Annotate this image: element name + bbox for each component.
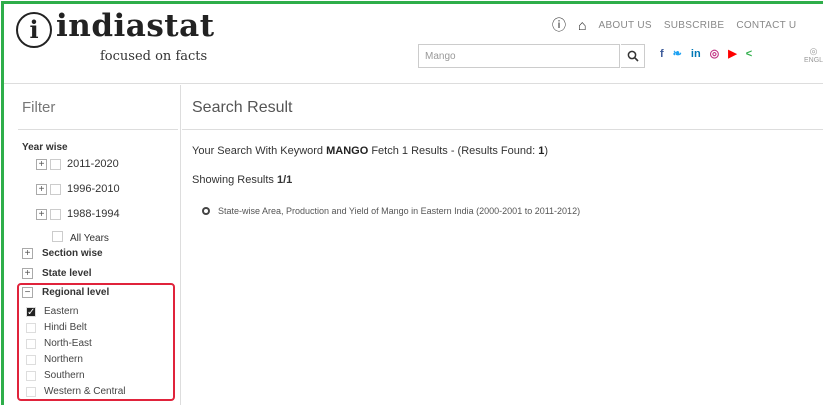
checkbox[interactable] xyxy=(50,208,61,220)
main-content: Search Result Your Search With Keyword M… xyxy=(182,85,823,405)
expand-icon[interactable]: + xyxy=(22,268,33,279)
share-icon[interactable]: < xyxy=(746,49,752,60)
regional-option[interactable]: Northern xyxy=(26,354,83,365)
checkbox[interactable] xyxy=(50,158,61,170)
regional-option[interactable]: ✓ Eastern xyxy=(26,306,78,317)
top-nav: ⓘ ⌂ ABOUT US SUBSCRIBE CONTACT U xyxy=(552,16,796,34)
language-label: ENGL xyxy=(804,57,823,64)
header: i indiastat focused on facts ⓘ ⌂ ABOUT U… xyxy=(4,4,823,84)
checkbox[interactable] xyxy=(26,370,36,381)
social-links: f ❧ in ◎ ▶ < xyxy=(660,49,752,60)
checkbox[interactable] xyxy=(26,338,36,349)
showing-prefix: Showing Results xyxy=(192,174,277,186)
filter-sidebar: Filter Year wise + 2011-2020 + 1996-2010… xyxy=(4,85,181,405)
about-us-link[interactable]: ABOUT US xyxy=(598,20,651,31)
all-years-label: All Years xyxy=(70,233,109,244)
section-wise-label: Section wise xyxy=(42,248,103,259)
summary-prefix: Your Search With Keyword xyxy=(192,145,327,157)
filter-title: Filter xyxy=(22,99,56,116)
search-summary: Your Search With Keyword MANGO Fetch 1 R… xyxy=(192,145,548,157)
showing-value: 1/1 xyxy=(277,174,293,186)
tagline: focused on facts xyxy=(100,49,208,64)
search-input[interactable] xyxy=(418,44,620,68)
regional-option[interactable]: Western & Central xyxy=(26,386,126,397)
logo-mark: i xyxy=(16,12,52,48)
page-frame: i indiastat focused on facts ⓘ ⌂ ABOUT U… xyxy=(1,1,823,405)
result-link[interactable]: State-wise Area, Production and Yield of… xyxy=(218,206,580,216)
youtube-icon[interactable]: ▶ xyxy=(728,49,736,60)
home-icon[interactable]: ⌂ xyxy=(578,18,586,32)
expand-icon[interactable]: + xyxy=(36,183,47,195)
result-item[interactable]: State-wise Area, Production and Yield of… xyxy=(202,206,580,216)
contact-us-link[interactable]: CONTACT U xyxy=(736,20,796,31)
regional-option-label: Northern xyxy=(44,354,83,365)
regional-option-label: Eastern xyxy=(44,306,79,317)
regional-option[interactable]: North-East xyxy=(26,338,92,349)
checkbox-checked[interactable]: ✓ xyxy=(26,306,36,317)
expand-icon[interactable]: + xyxy=(22,248,33,259)
regional-option-label: Southern xyxy=(44,370,85,381)
section-wise-item[interactable]: + Section wise xyxy=(22,248,103,259)
regional-level-title: Regional level xyxy=(42,287,110,298)
subscribe-link[interactable]: SUBSCRIBE xyxy=(664,20,725,31)
linkedin-icon[interactable]: in xyxy=(691,49,701,60)
all-years-item[interactable] xyxy=(52,231,69,242)
summary-middle: Fetch 1 Results - (Results Found: xyxy=(368,145,539,157)
year-item[interactable]: + 1996-2010 xyxy=(36,183,120,195)
regional-option-label: Western & Central xyxy=(44,386,126,397)
expand-icon[interactable]: + xyxy=(36,208,47,220)
checkbox[interactable] xyxy=(26,354,36,365)
checkbox[interactable] xyxy=(26,322,36,333)
regional-level-header[interactable]: − Regional level xyxy=(22,287,109,298)
year-label: 1988-1994 xyxy=(67,208,120,220)
regional-option-label: Hindi Belt xyxy=(44,322,87,333)
search-button[interactable] xyxy=(621,44,645,68)
search-icon xyxy=(627,50,639,62)
regional-option-label: North-East xyxy=(44,338,92,349)
checkbox[interactable] xyxy=(50,183,61,195)
showing-results: Showing Results 1/1 xyxy=(192,174,292,186)
summary-keyword: MANGO xyxy=(326,145,369,157)
regional-option[interactable]: Southern xyxy=(26,370,85,381)
divider xyxy=(182,129,823,130)
year-label: 2011-2020 xyxy=(67,158,119,170)
info-icon[interactable]: ⓘ xyxy=(552,18,566,32)
expand-icon[interactable]: + xyxy=(36,158,47,170)
year-label: 1996-2010 xyxy=(67,183,120,195)
logo-text: indiastat xyxy=(56,8,215,44)
year-wise-title: Year wise xyxy=(22,142,68,153)
bullet-icon xyxy=(202,207,210,215)
checkbox[interactable] xyxy=(26,386,36,397)
summary-suffix: ) xyxy=(544,145,549,157)
facebook-icon[interactable]: f xyxy=(660,49,664,60)
globe-icon: ◎ xyxy=(809,46,818,56)
page-title: Search Result xyxy=(192,99,293,116)
twitter-icon[interactable]: ❧ xyxy=(673,49,682,60)
divider xyxy=(18,129,178,130)
collapse-icon[interactable]: − xyxy=(22,287,33,298)
checkbox[interactable] xyxy=(52,231,63,242)
state-level-item[interactable]: + State level xyxy=(22,268,91,279)
year-item[interactable]: + 1988-1994 xyxy=(36,208,120,220)
state-level-label: State level xyxy=(42,268,92,279)
language-selector[interactable]: ◎ ENGL xyxy=(804,46,823,66)
instagram-icon[interactable]: ◎ xyxy=(710,49,720,60)
year-item[interactable]: + 2011-2020 xyxy=(36,158,119,170)
regional-option[interactable]: Hindi Belt xyxy=(26,322,87,333)
